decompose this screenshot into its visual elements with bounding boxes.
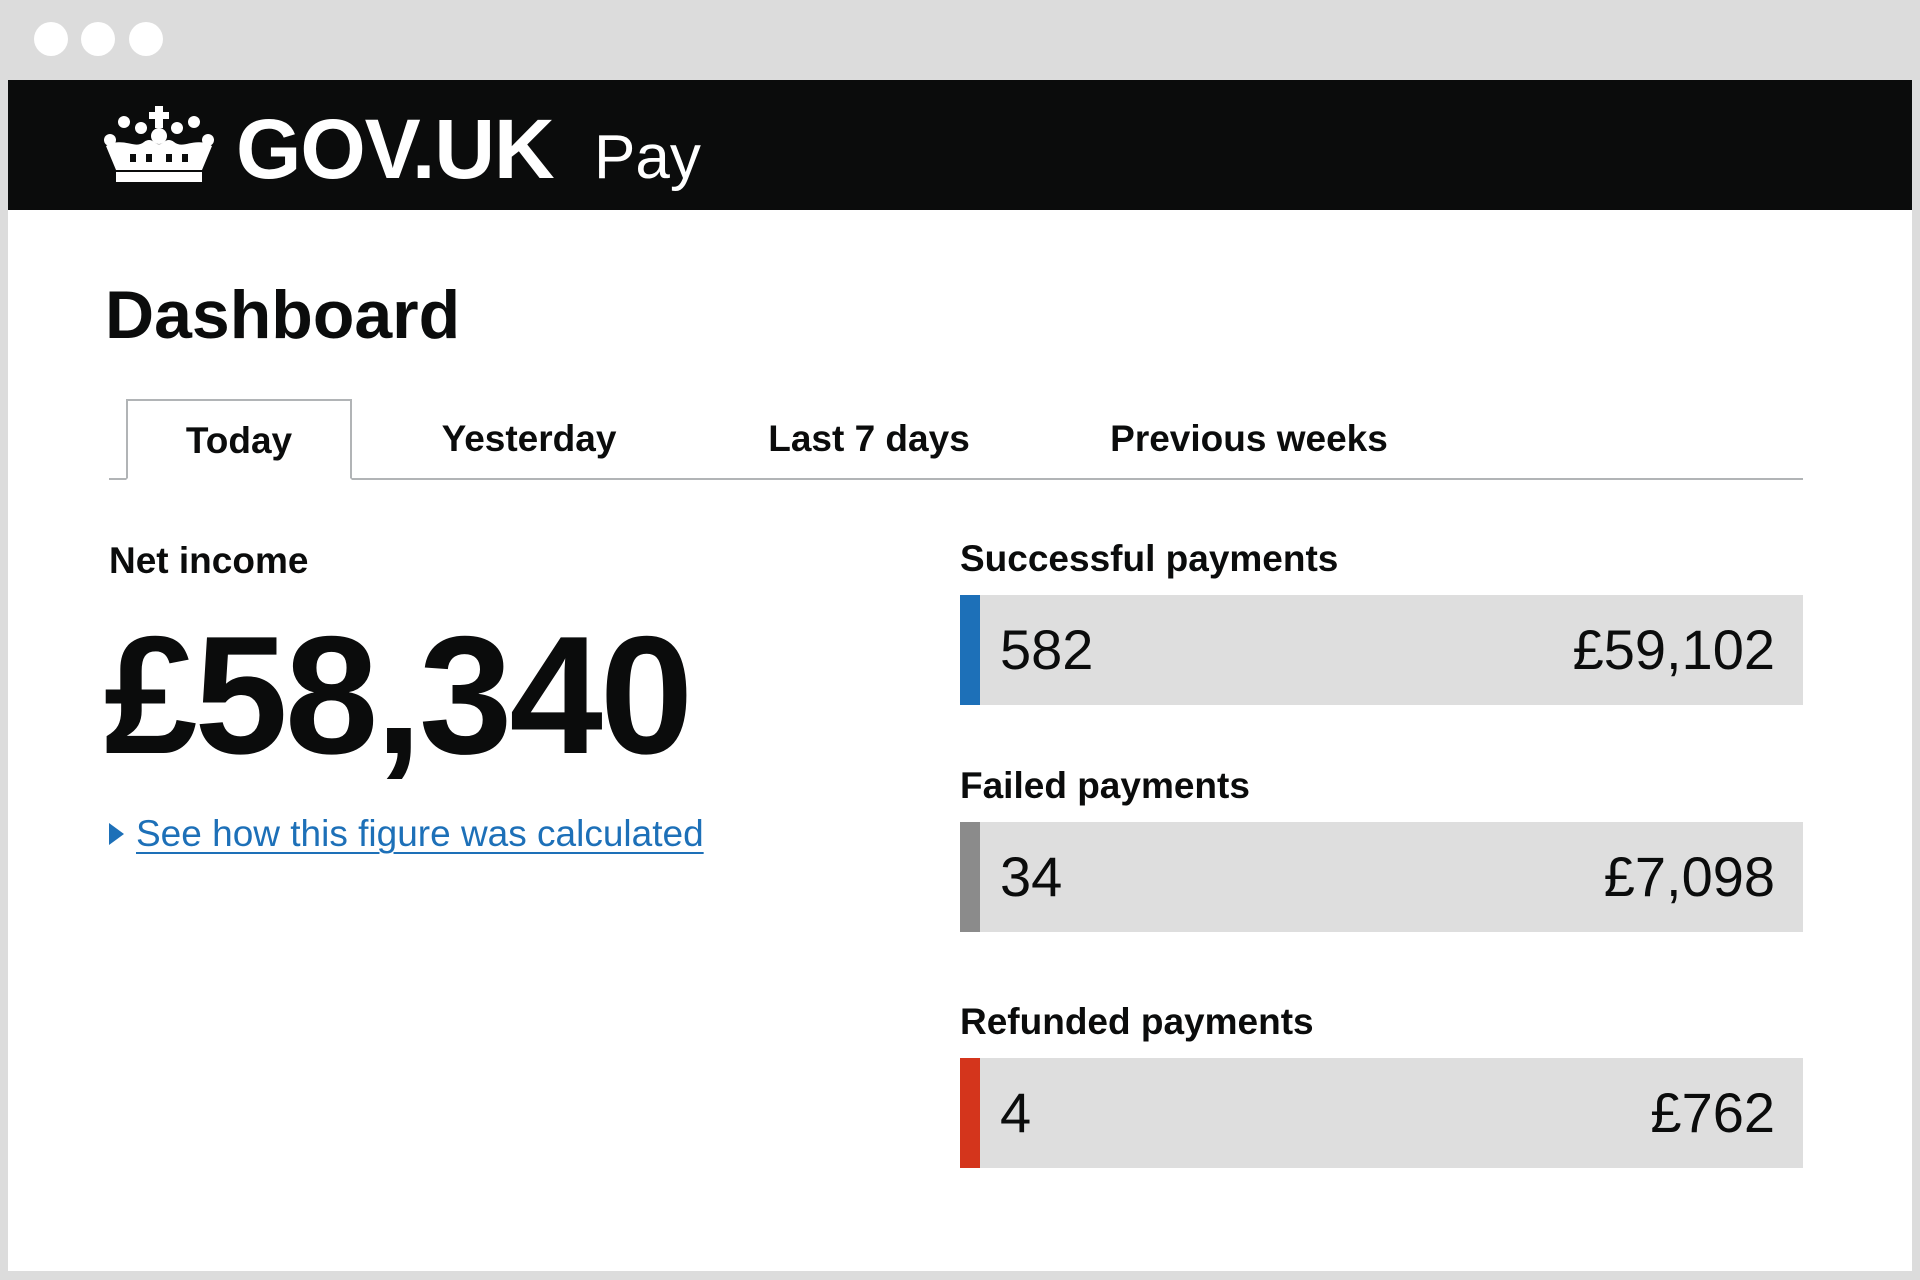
failed-payments-amount: £7,098 — [1603, 845, 1775, 908]
tab-today[interactable]: Today — [126, 399, 352, 480]
page-viewport: GOV.UK Pay Dashboard Today Yesterday Las… — [8, 80, 1912, 1271]
refunded-payments-amount: £762 — [1650, 1081, 1775, 1144]
calculation-details-link[interactable]: See how this figure was calculated — [136, 809, 704, 859]
site-header: GOV.UK Pay — [8, 80, 1912, 210]
tab-last-7-days[interactable]: Last 7 days — [744, 399, 994, 478]
refunded-payments-panel: 4 £762 — [960, 1058, 1803, 1168]
successful-payments-panel: 582 £59,102 — [960, 595, 1803, 705]
net-income-value: £58,340 — [104, 601, 693, 789]
service-name[interactable]: Pay — [594, 118, 701, 198]
govuk-logotype[interactable]: GOV.UK — [236, 104, 555, 194]
net-income-label: Net income — [109, 540, 309, 581]
failed-payments-count: 34 — [1000, 845, 1063, 908]
refunded-payments-label: Refunded payments — [960, 1001, 1314, 1042]
window-control-dot[interactable] — [129, 22, 163, 56]
successful-payments-count: 582 — [1000, 618, 1094, 681]
crown-icon — [104, 106, 214, 182]
failed-payments-label: Failed payments — [960, 765, 1250, 806]
tab-yesterday[interactable]: Yesterday — [419, 399, 639, 478]
calculation-details-toggle[interactable]: See how this figure was calculated — [109, 804, 704, 864]
tabs-list: Today Yesterday Last 7 days Previous wee… — [109, 399, 1803, 480]
browser-window: GOV.UK Pay Dashboard Today Yesterday Las… — [0, 0, 1920, 1280]
page-title: Dashboard — [105, 277, 461, 353]
refunded-payments-count: 4 — [1000, 1081, 1032, 1144]
failed-payments-panel: 34 £7,098 — [960, 822, 1803, 932]
successful-payments-amount: £59,102 — [1572, 618, 1775, 681]
triangle-right-icon — [109, 823, 124, 845]
successful-payments-label: Successful payments — [960, 538, 1339, 579]
window-control-dot[interactable] — [81, 22, 115, 56]
tab-previous-weeks[interactable]: Previous weeks — [1089, 399, 1409, 478]
window-titlebar — [0, 0, 1920, 80]
window-control-dot[interactable] — [34, 22, 68, 56]
